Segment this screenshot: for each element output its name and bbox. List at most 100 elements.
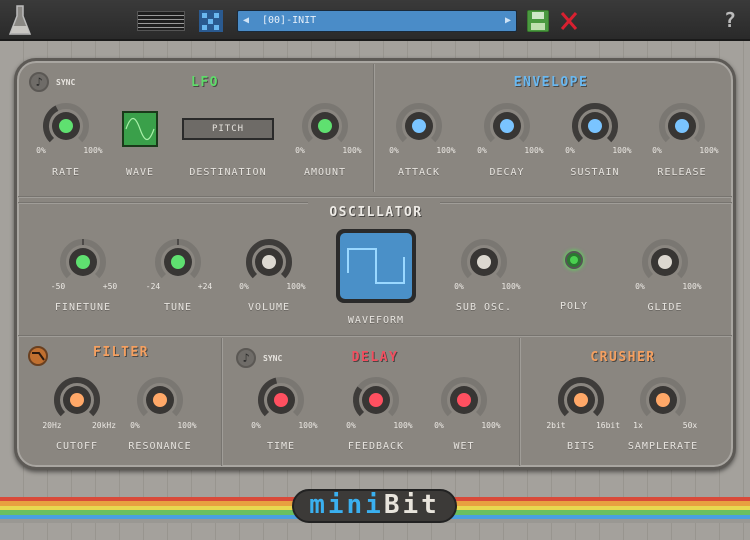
tune-label: TUNE bbox=[163, 302, 193, 313]
sustain-label: SUSTAIN bbox=[570, 167, 620, 178]
tune-knob[interactable] bbox=[153, 237, 203, 287]
decay-max-label: 100% bbox=[524, 146, 544, 155]
glide-label: GLIDE bbox=[647, 302, 683, 313]
attack-knob[interactable] bbox=[394, 101, 444, 151]
knob-indicator bbox=[588, 119, 602, 133]
led-icon bbox=[570, 256, 578, 264]
resonance-label: RESONANCE bbox=[128, 441, 192, 452]
rate-min-label: 0% bbox=[36, 146, 46, 155]
wet-knob[interactable] bbox=[439, 375, 489, 425]
resonance-max-label: 100% bbox=[177, 421, 197, 430]
minibit-logo: miniBit bbox=[292, 489, 457, 523]
lowpass-icon bbox=[32, 352, 45, 361]
sustain-max-label: 100% bbox=[612, 146, 632, 155]
release-knob[interactable] bbox=[657, 101, 707, 151]
crusher-title: CRUSHER bbox=[590, 350, 656, 365]
delay-sync-label: SYNC bbox=[263, 354, 283, 363]
next-preset-icon[interactable]: ▶ bbox=[505, 11, 511, 31]
knob-indicator bbox=[153, 393, 167, 407]
knob-indicator bbox=[500, 119, 514, 133]
lfo-title: LFO bbox=[191, 75, 219, 90]
sustain-min-label: 0% bbox=[565, 146, 575, 155]
resonance-min-label: 0% bbox=[130, 421, 140, 430]
knob-indicator bbox=[457, 393, 471, 407]
samplerate-min-label: 1x bbox=[633, 421, 643, 430]
top-bar: ◀ [00]-INIT ▶ ? bbox=[0, 0, 750, 41]
feedback-knob[interactable] bbox=[351, 375, 401, 425]
time-knob[interactable] bbox=[256, 375, 306, 425]
decay-label: DECAY bbox=[489, 167, 525, 178]
decay-min-label: 0% bbox=[477, 146, 487, 155]
samplerate-knob[interactable] bbox=[638, 375, 688, 425]
sustain-knob[interactable] bbox=[570, 101, 620, 151]
volume-min-label: 0% bbox=[239, 282, 249, 291]
release-label: RELEASE bbox=[657, 167, 707, 178]
volume-knob[interactable] bbox=[244, 237, 294, 287]
rate-max-label: 100% bbox=[83, 146, 103, 155]
amount-max-label: 100% bbox=[342, 146, 362, 155]
oscillator-title: OSCILLATOR bbox=[329, 205, 423, 220]
delay-title: DELAY bbox=[351, 350, 399, 365]
amount-min-label: 0% bbox=[295, 146, 305, 155]
delay-sync-button[interactable]: ♪ bbox=[236, 348, 256, 368]
feedback-label: FEEDBACK bbox=[347, 441, 405, 452]
attack-label: ATTACK bbox=[397, 167, 441, 178]
destination-select[interactable]: PITCH bbox=[182, 118, 274, 140]
note-icon: ♪ bbox=[242, 351, 250, 365]
divider bbox=[18, 335, 732, 337]
knob-indicator bbox=[70, 393, 84, 407]
divider bbox=[440, 202, 732, 204]
knob-indicator bbox=[262, 255, 276, 269]
waveform-button[interactable] bbox=[336, 229, 416, 303]
knob-indicator bbox=[477, 255, 491, 269]
flask-logo-icon bbox=[8, 5, 32, 35]
divider bbox=[221, 338, 223, 466]
close-icon[interactable] bbox=[560, 11, 578, 31]
knob-indicator bbox=[369, 393, 383, 407]
glide-min-label: 0% bbox=[635, 282, 645, 291]
knob-indicator bbox=[656, 393, 670, 407]
finetune-knob[interactable] bbox=[58, 237, 108, 287]
attack-min-label: 0% bbox=[389, 146, 399, 155]
rate-label: RATE bbox=[51, 167, 81, 178]
amount-knob[interactable] bbox=[300, 101, 350, 151]
prev-preset-icon[interactable]: ◀ bbox=[243, 11, 249, 31]
wet-min-label: 0% bbox=[434, 421, 444, 430]
cutoff-knob[interactable] bbox=[52, 375, 102, 425]
time-min-label: 0% bbox=[251, 421, 261, 430]
bits-knob[interactable] bbox=[556, 375, 606, 425]
square-wave-icon bbox=[340, 233, 412, 299]
preset-name: [00]-INIT bbox=[262, 15, 317, 26]
volume-label: VOLUME bbox=[247, 302, 291, 313]
help-icon[interactable]: ? bbox=[724, 8, 736, 32]
time-label: TIME bbox=[266, 441, 296, 452]
preset-selector[interactable]: ◀ [00]-INIT ▶ bbox=[237, 10, 517, 32]
poly-toggle[interactable] bbox=[565, 251, 583, 269]
release-min-label: 0% bbox=[652, 146, 662, 155]
divider bbox=[18, 202, 308, 204]
wet-label: WET bbox=[453, 441, 475, 452]
preset-list-button[interactable] bbox=[137, 11, 185, 31]
divider bbox=[18, 196, 732, 198]
sub-knob[interactable] bbox=[459, 237, 509, 287]
resonance-knob[interactable] bbox=[135, 375, 185, 425]
lfo-wave-button[interactable]: sine-wave-icon bbox=[122, 111, 158, 147]
finetune-min-label: -50 bbox=[50, 282, 66, 291]
lfo-sync-button[interactable]: ♪ bbox=[29, 72, 49, 92]
wet-max-label: 100% bbox=[481, 421, 501, 430]
randomize-icon[interactable] bbox=[199, 10, 223, 32]
bits-min-label: 2bit bbox=[546, 421, 566, 430]
sub-label: SUB OSC. bbox=[455, 302, 513, 313]
save-icon[interactable] bbox=[527, 10, 549, 32]
waveform-label: WAVEFORM bbox=[347, 315, 405, 326]
decay-knob[interactable] bbox=[482, 101, 532, 151]
knob-indicator bbox=[274, 393, 288, 407]
filter-type-button[interactable] bbox=[28, 346, 48, 366]
filter-title: FILTER bbox=[93, 345, 149, 360]
attack-max-label: 100% bbox=[436, 146, 456, 155]
rate-knob[interactable] bbox=[41, 101, 91, 151]
destination-label: DESTINATION bbox=[189, 167, 267, 178]
time-max-label: 100% bbox=[298, 421, 318, 430]
knob-indicator bbox=[658, 255, 672, 269]
glide-knob[interactable] bbox=[640, 237, 690, 287]
